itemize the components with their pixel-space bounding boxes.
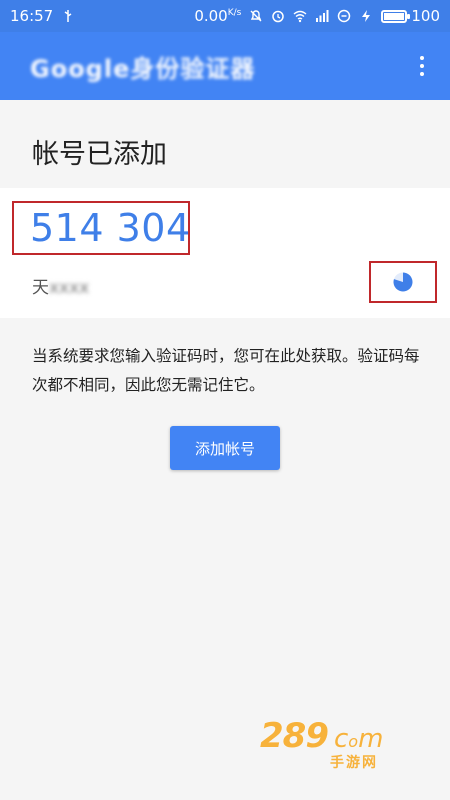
page-header: 帐号已添加 xyxy=(0,100,450,188)
battery-icon xyxy=(381,9,411,23)
overflow-dot xyxy=(420,72,424,76)
signal-icon xyxy=(316,10,329,22)
watermark-main: 289 xyxy=(260,716,329,756)
battery-fill xyxy=(384,12,405,20)
alarm-icon xyxy=(272,10,285,23)
network-speed-unit: K/s xyxy=(227,8,242,18)
app-title: Google身份验证器 xyxy=(30,54,256,83)
battery-indicator: 100 xyxy=(381,7,440,25)
account-name-blurred: xxxx xyxy=(49,278,90,298)
usb-icon xyxy=(64,10,72,22)
account-card[interactable]: 514 304 天xxxx xyxy=(0,188,450,318)
app-bar: Google身份验证器 xyxy=(0,32,450,100)
add-account-button[interactable]: 添加帐号 xyxy=(170,426,280,470)
overflow-dot xyxy=(420,64,424,68)
countdown-pie-icon xyxy=(393,272,413,292)
overflow-dot xyxy=(420,56,424,60)
more-vert-icon[interactable] xyxy=(410,46,434,86)
status-right: 0.00K/s 100 xyxy=(194,7,440,25)
battery-level: 100 xyxy=(411,7,440,25)
network-speed: 0.00K/s xyxy=(194,7,241,25)
page-title: 帐号已添加 xyxy=(32,139,167,170)
watermark-sub: 手游网 xyxy=(330,755,378,771)
verification-code[interactable]: 514 304 xyxy=(30,206,191,250)
mute-icon xyxy=(250,10,262,22)
charging-icon xyxy=(362,10,371,22)
description-text: 当系统要求您输入验证码时，您可在此处获取。验证码每次都不相同，因此您无需记住它。 xyxy=(32,347,420,394)
watermark-logo: 289 com 手游网 xyxy=(260,716,410,774)
timer-highlight-box xyxy=(369,261,437,303)
status-time: 16:57 xyxy=(10,7,54,25)
watermark-com: com xyxy=(334,724,384,754)
account-name: 天xxxx xyxy=(32,273,89,298)
status-bar: 16:57 0.00K/s 100 xyxy=(0,0,450,32)
status-left: 16:57 xyxy=(10,7,75,25)
wifi-icon xyxy=(293,10,307,23)
network-speed-value: 0.00 xyxy=(194,7,228,25)
data-icon xyxy=(338,9,351,23)
account-name-visible: 天 xyxy=(32,278,49,298)
